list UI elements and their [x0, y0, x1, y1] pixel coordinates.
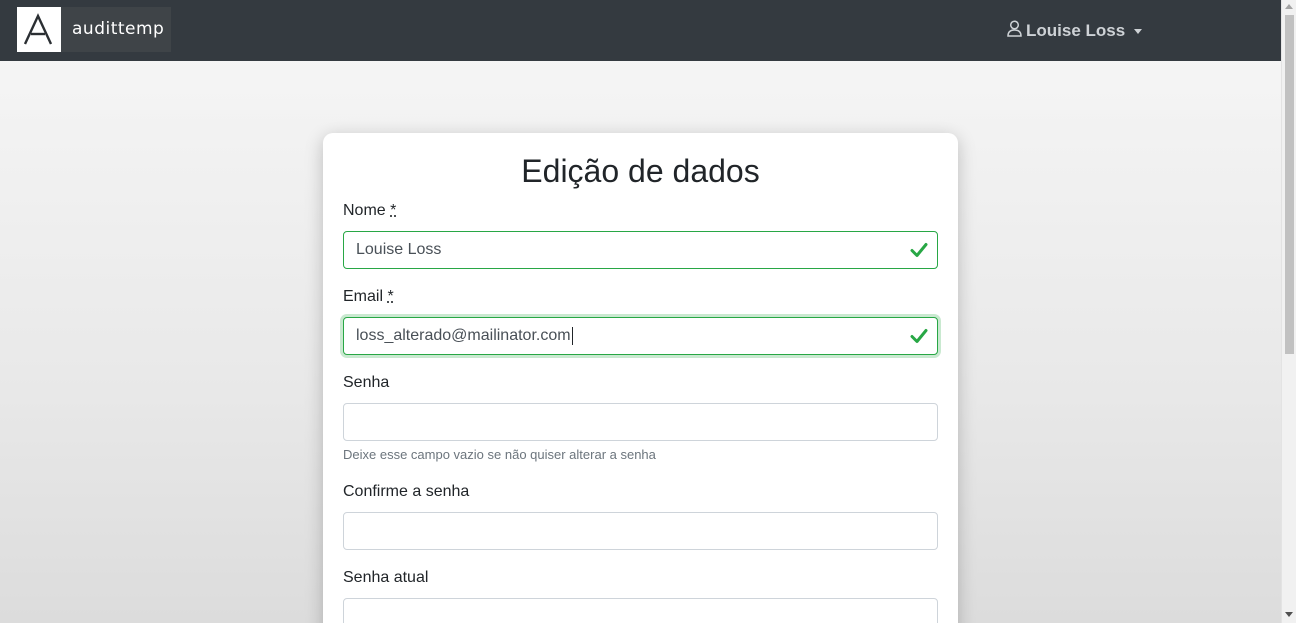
email-value: loss_alterado@mailinator.com — [356, 327, 571, 345]
user-name: Louise Loss — [1026, 21, 1125, 41]
nome-label: Nome * — [343, 202, 396, 220]
brand-link[interactable]: audittemp — [17, 7, 171, 52]
senha-input[interactable] — [343, 403, 938, 441]
check-icon — [910, 328, 928, 344]
required-mark: * — [387, 288, 393, 305]
top-navbar: audittemp Louise Loss — [0, 0, 1281, 61]
chevron-down-icon — [1134, 29, 1142, 34]
page-scrollbar[interactable] — [1281, 0, 1296, 623]
confirme-senha-input[interactable] — [343, 512, 938, 550]
senha-label: Senha — [343, 374, 389, 392]
text-cursor — [572, 327, 573, 345]
check-icon — [910, 242, 928, 258]
page-title: Edição de dados — [323, 153, 958, 190]
senha-atual-input[interactable] — [343, 598, 938, 623]
edit-data-form-card: Edição de dados Nome * Louise Loss Email… — [323, 133, 958, 623]
scrollbar-thumb[interactable] — [1285, 15, 1294, 354]
senha-help-text: Deixe esse campo vazio se não quiser alt… — [343, 447, 656, 462]
nome-label-text: Nome — [343, 202, 386, 219]
email-label: Email * — [343, 288, 394, 306]
nome-value: Louise Loss — [356, 241, 441, 259]
required-mark: * — [390, 202, 396, 219]
email-label-text: Email — [343, 288, 383, 305]
audittemp-logo-icon — [17, 7, 61, 52]
brand-name: audittemp — [72, 19, 164, 39]
scroll-down-icon[interactable] — [1285, 612, 1293, 617]
email-input[interactable]: loss_alterado@mailinator.com — [343, 317, 938, 355]
user-dropdown-toggle[interactable]: Louise Loss — [1007, 19, 1142, 43]
user-icon — [1007, 20, 1022, 42]
nome-input[interactable]: Louise Loss — [343, 231, 938, 269]
scroll-up-icon[interactable] — [1285, 4, 1293, 9]
confirme-senha-label: Confirme a senha — [343, 483, 469, 501]
senha-atual-label: Senha atual — [343, 569, 428, 587]
